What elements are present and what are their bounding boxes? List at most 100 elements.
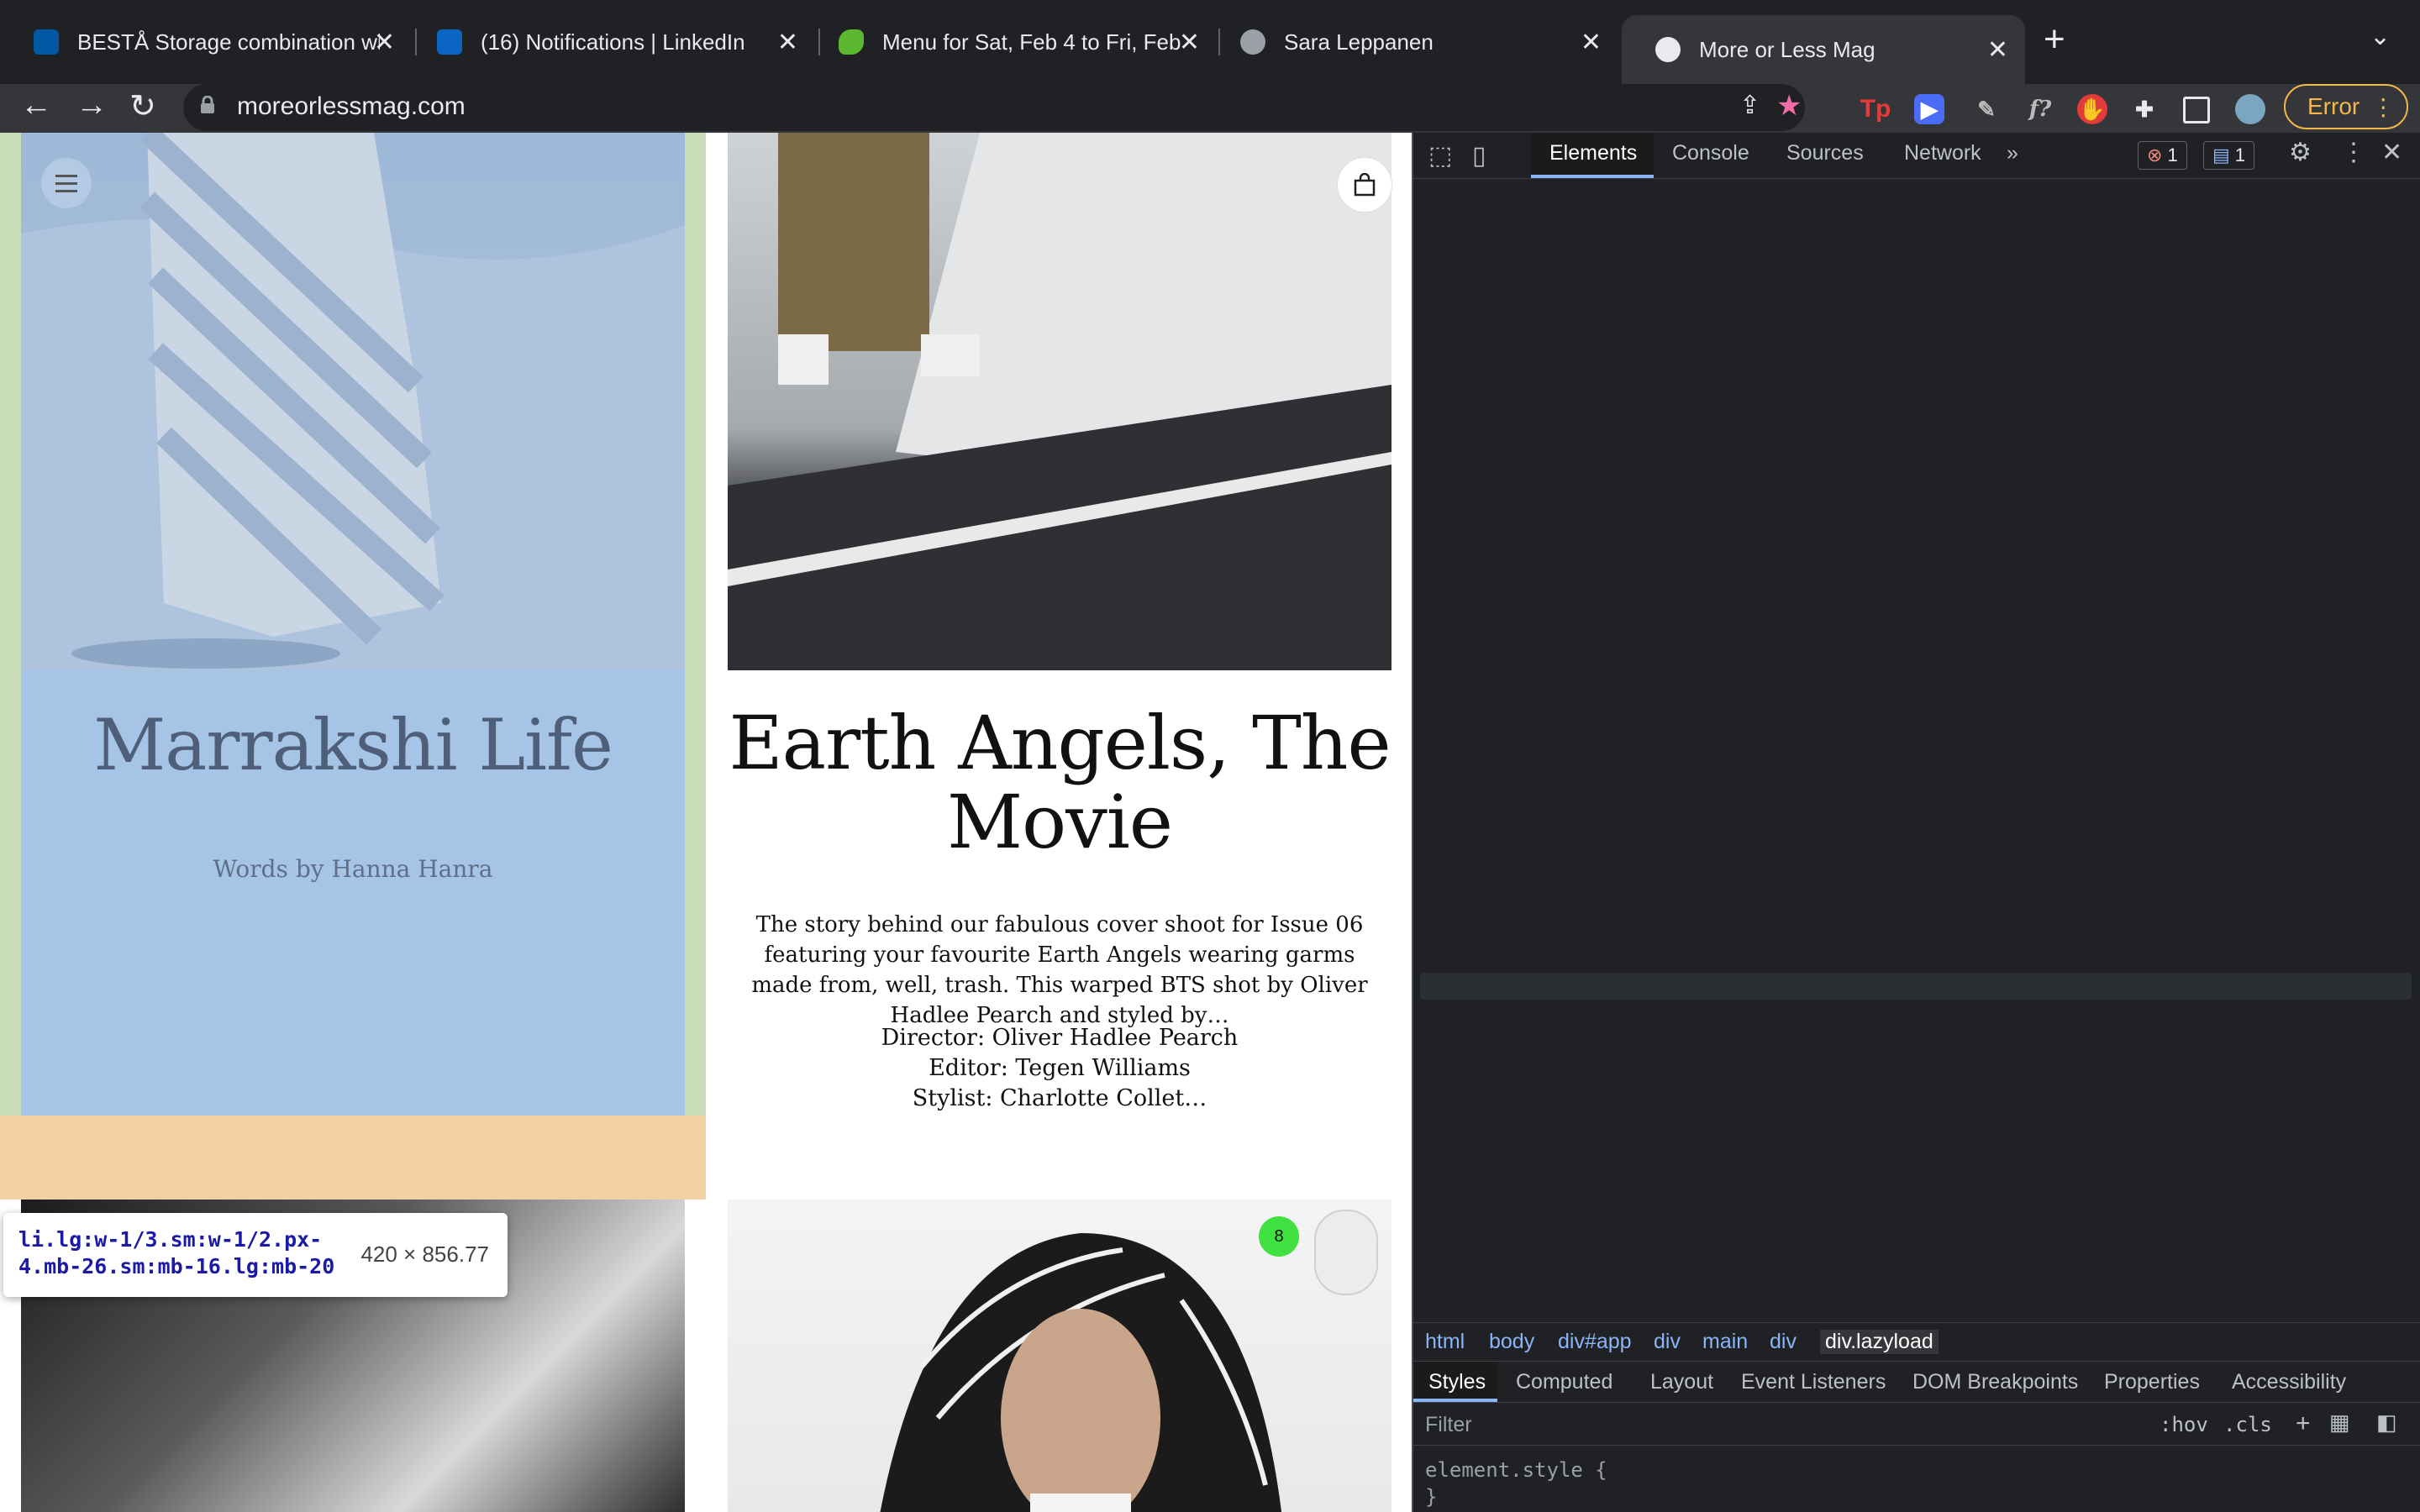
website-viewport: Marrakshi Life Words by Hanna Hanra Eart…	[0, 133, 1412, 1512]
close-tab-icon[interactable]: ✕	[1987, 35, 2008, 65]
adblock-extension-icon[interactable]: ✋	[2077, 94, 2107, 124]
bookmark-star-icon[interactable]: ★	[1776, 89, 1802, 123]
article-title[interactable]: Earth Angels, The Movie	[728, 704, 1392, 862]
device-toolbar-icon[interactable]: ▯	[1472, 141, 1486, 171]
sticker-icon[interactable]	[1314, 1210, 1378, 1295]
message-count: 1	[2234, 144, 2246, 165]
hamburger-menu-icon[interactable]	[41, 158, 92, 208]
browser-toolbar: ← → ↻ moreorlessmag.com ⇪ ★ Tp ▶ ✎ f? ✋ …	[0, 84, 2420, 133]
crumb-app[interactable]: div#app	[1558, 1330, 1632, 1354]
crumb-body[interactable]: body	[1489, 1330, 1534, 1354]
chevron-down-icon[interactable]: ⌄	[2370, 22, 2391, 51]
styles-tab-bar: Styles Computed Layout Event Listeners D…	[1413, 1361, 2420, 1403]
add-rule-icon[interactable]: +	[2296, 1410, 2311, 1438]
message-icon: ▤	[2212, 144, 2230, 165]
dom-tree[interactable]	[1413, 180, 2420, 1322]
close-tab-icon[interactable]: ✕	[1581, 28, 1602, 57]
tab-console[interactable]: Console	[1672, 141, 1749, 165]
kebab-menu-icon[interactable]: ⋮	[2371, 93, 2395, 121]
crumb-div[interactable]: div	[1770, 1330, 1797, 1354]
back-arrow-icon[interactable]: ←	[20, 87, 52, 123]
paint-icon[interactable]: ▦	[2329, 1410, 2350, 1436]
tab-event-listeners[interactable]: Event Listeners	[1741, 1370, 1886, 1394]
tab-dom-breakpoints[interactable]: DOM Breakpoints	[1912, 1370, 2078, 1394]
tp-extension-icon[interactable]: Tp	[1860, 94, 1891, 124]
inspect-size: 420 × 856.77	[360, 1242, 489, 1267]
article-description: The story behind our fabulous cover shoo…	[751, 912, 1368, 1028]
tab-layout[interactable]: Layout	[1650, 1370, 1713, 1394]
article-credits: Director: Oliver Hadlee Pearch Editor: T…	[728, 1023, 1392, 1114]
close-devtools-icon[interactable]: ✕	[2381, 138, 2402, 167]
tab-computed[interactable]: Computed	[1516, 1370, 1612, 1394]
tab-menu[interactable]: Menu for Sat, Feb 4 to Fri, Feb ✕	[805, 15, 1217, 69]
close-tab-icon[interactable]: ✕	[777, 28, 798, 57]
article-image-desert[interactable]	[21, 133, 685, 670]
tab-sara-leppanen[interactable]: Sara Leppanen ✕	[1207, 15, 1618, 69]
tab-title: BESTÅ Storage combination wi	[77, 29, 380, 55]
devtools-panel: ⬚ ▯ Elements Console Sources Network » ⊗…	[1412, 133, 2420, 1512]
cls-toggle[interactable]: .cls	[2223, 1413, 2272, 1436]
globe-favicon-icon	[1240, 29, 1265, 55]
profile-error-button[interactable]: Error ⋮	[2284, 84, 2408, 129]
filter-input[interactable]: Filter	[1425, 1413, 1472, 1437]
article-card-marrakshi[interactable]	[21, 133, 685, 1116]
devtools-tab-bar: ⬚ ▯ Elements Console Sources Network » ⊗…	[1413, 133, 2420, 179]
close-tab-icon[interactable]: ✕	[1179, 28, 1200, 57]
styles-filter-bar: Filter :hov .cls + ▦ ◧	[1413, 1403, 2420, 1446]
article-image-road[interactable]	[728, 133, 1392, 670]
close-tab-icon[interactable]: ✕	[374, 28, 395, 57]
hov-toggle[interactable]: :hov	[2160, 1413, 2208, 1436]
crumb-main[interactable]: main	[1702, 1330, 1748, 1354]
article-title[interactable]: Marrakshi Life	[21, 704, 685, 786]
inspect-element-icon[interactable]: ⬚	[1428, 141, 1452, 171]
credit-editor: Editor: Tegen Williams	[929, 1055, 1191, 1081]
font-extension-icon[interactable]: f?	[2025, 94, 2055, 124]
message-count-badge[interactable]: ▤ 1	[2203, 141, 2255, 170]
tab-linkedin[interactable]: (16) Notifications | LinkedIn ✕	[403, 15, 815, 69]
mag-favicon-icon	[1655, 37, 1681, 62]
new-tab-icon[interactable]: +	[2044, 18, 2065, 60]
share-icon[interactable]: ⇪	[1739, 91, 1760, 120]
tab-sources[interactable]: Sources	[1786, 141, 1864, 165]
video-extension-icon[interactable]: ▶	[1914, 94, 1944, 124]
avatar[interactable]	[2235, 94, 2265, 124]
error-count-badge[interactable]: ⊗ 1	[2138, 141, 2187, 170]
side-panel-icon[interactable]	[2183, 97, 2210, 123]
road-photo	[728, 133, 1392, 670]
address-bar[interactable]: moreorlessmag.com ⇪ ★	[183, 84, 1805, 131]
error-label: Error	[2307, 93, 2360, 119]
url-text: moreorlessmag.com	[237, 92, 466, 120]
more-tabs-icon[interactable]: »	[2007, 141, 2018, 165]
pen-extension-icon[interactable]: ✎	[1971, 94, 2002, 124]
peach-band	[0, 1116, 706, 1200]
article-byline: Words by Hanna Hanra	[213, 855, 493, 883]
error-icon: ⊗	[2147, 144, 2163, 165]
selected-node-highlight	[1420, 973, 2412, 1000]
lock-icon	[201, 96, 214, 113]
inspect-selector: li.lg:w-1/3.sm:w-1/2.px-4.mb-26.sm:mb-16…	[18, 1227, 335, 1278]
ikea-favicon-icon	[34, 29, 59, 55]
browser-tab-strip: BESTÅ Storage combination wi ✕ (16) Noti…	[0, 0, 2420, 84]
tab-network[interactable]: Network	[1904, 141, 1981, 165]
credit-stylist: Stylist: Charlotte Collet…	[912, 1085, 1207, 1111]
forward-arrow-icon[interactable]: →	[76, 87, 108, 123]
reload-icon[interactable]: ↻	[129, 87, 156, 125]
shopping-bag-icon[interactable]	[1338, 158, 1392, 212]
crumb-lazyload[interactable]: div.lazyload	[1820, 1330, 1939, 1354]
tab-properties[interactable]: Properties	[2104, 1370, 2200, 1394]
tab-title: (16) Notifications | LinkedIn	[481, 29, 745, 55]
tab-styles[interactable]: Styles	[1428, 1370, 1486, 1394]
crumb-html[interactable]: html	[1425, 1330, 1465, 1354]
desert-photo	[21, 133, 685, 670]
kebab-menu-icon[interactable]: ⋮	[2341, 138, 2366, 167]
tab-title: Menu for Sat, Feb 4 to Fri, Feb	[882, 29, 1181, 55]
puzzle-extensions-icon[interactable]: ✚	[2129, 94, 2160, 124]
tab-more-or-less-mag[interactable]: More or Less Mag ✕	[1622, 15, 2025, 84]
settings-gear-icon[interactable]: ⚙	[2289, 138, 2312, 167]
tab-accessibility[interactable]: Accessibility	[2232, 1370, 2346, 1394]
sidebar-toggle-icon[interactable]: ◧	[2376, 1410, 2397, 1436]
tab-elements[interactable]: Elements	[1549, 141, 1637, 165]
element-style-rule[interactable]: element.style { }	[1425, 1457, 1607, 1510]
tab-ikea[interactable]: BESTÅ Storage combination wi ✕	[0, 15, 412, 69]
crumb-div[interactable]: div	[1654, 1330, 1681, 1354]
